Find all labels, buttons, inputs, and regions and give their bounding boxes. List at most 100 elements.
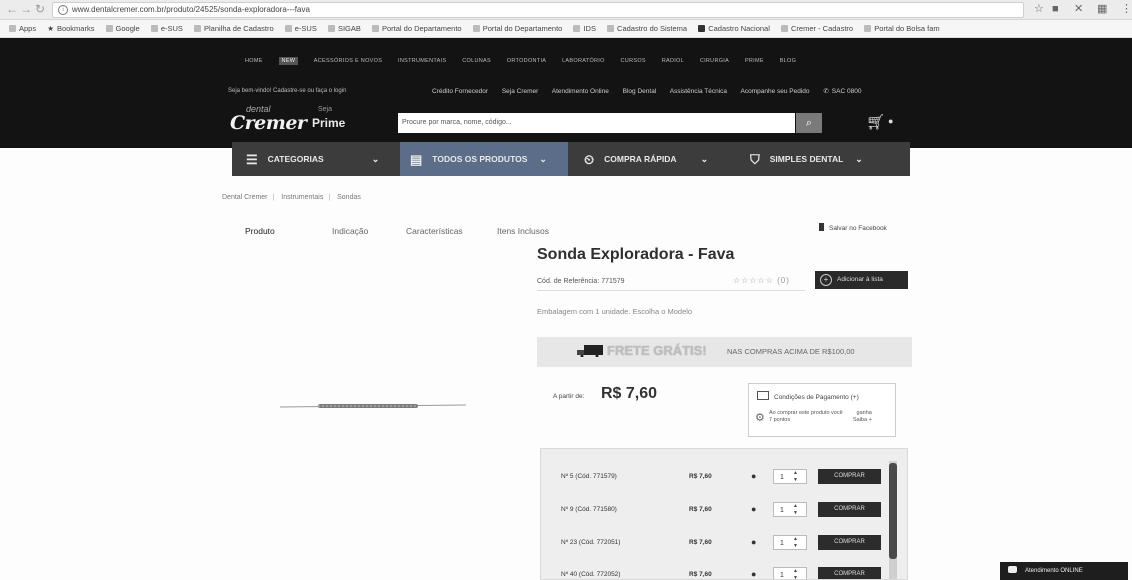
buy-button[interactable]: COMPRAR — [818, 535, 881, 550]
variant-name: Nº 23 (Cód. 772051) — [561, 539, 621, 546]
table-row: Nº 40 (Cód. 772052) R$ 7,60 ● 1 ▲ ▼ COMPRA… — [541, 559, 887, 579]
header-link[interactable]: Blog Dental — [623, 88, 657, 95]
nav-simples-dental[interactable]: ⛉ SIMPLES DENTAL ⌄ — [750, 142, 863, 176]
tab-itens-inclusos[interactable]: Itens Inclusos — [497, 226, 549, 236]
header-link[interactable]: Assistência Técnica — [670, 88, 727, 95]
bookmark[interactable]: ★ Bookmarks — [47, 24, 94, 33]
bookmark[interactable]: SIGAB — [327, 24, 361, 33]
product-image[interactable] — [278, 396, 468, 416]
tab-indicacao[interactable]: Indicação — [332, 226, 368, 236]
bookmark[interactable]: Cremer - Cadastro — [780, 24, 853, 33]
header-link[interactable]: SAC 0800 — [832, 88, 862, 95]
bookmark[interactable]: Portal do Departamento — [472, 24, 562, 33]
chevron-down-icon: ⌄ — [855, 154, 863, 164]
top-link[interactable]: CURSOS — [621, 58, 646, 64]
quantity-stepper[interactable]: 1 ▲ ▼ — [773, 535, 807, 550]
bookmark[interactable]: Cadastro do Sistema — [607, 24, 687, 33]
bookmark[interactable]: e-SUS — [284, 24, 317, 33]
extension-icon[interactable]: ▦ — [1097, 3, 1107, 16]
extension-icon[interactable]: ■ — [1052, 3, 1059, 16]
forward-arrow-icon[interactable]: → — [20, 2, 32, 17]
welcome-text[interactable]: Seja bem-vindo! Cadastre-se ou faça o lo… — [228, 88, 346, 94]
camera-icon[interactable]: ● — [751, 471, 756, 481]
user-icon[interactable]: ● — [888, 116, 893, 126]
free-shipping-title: FRETE GRÁTIS! — [607, 343, 707, 358]
facebook-save-button[interactable]: Salvar no Facebook — [819, 223, 887, 232]
extension-icon[interactable]: ✕ — [1074, 3, 1083, 16]
sheet-icon — [194, 25, 202, 32]
buy-button[interactable]: COMPRAR — [818, 567, 881, 579]
rating-stars: ☆☆☆☆☆ — [733, 276, 774, 285]
cart-icon[interactable]: 🛒︎ — [866, 113, 885, 131]
main-navbar: ☰ CATEGORIAS ⌄ ▤ TODOS OS PRODUTOS ⌄ ⏲ COMPRA… — [232, 142, 910, 176]
top-link[interactable]: HOME — [245, 58, 263, 64]
top-link[interactable]: PRIME — [745, 58, 764, 64]
top-link[interactable]: ACESSÓRIOS E NOVOS — [314, 58, 382, 64]
add-to-list-button[interactable]: + Adicionar à lista — [815, 271, 908, 289]
page-icon — [472, 25, 480, 32]
search-button[interactable]: ⌕ — [796, 113, 822, 133]
header-link[interactable]: Acompanhe seu Pedido — [741, 88, 810, 95]
logo[interactable]: Cremer — [230, 112, 307, 134]
menu-icon[interactable]: ⋮ — [1121, 3, 1132, 16]
scrollbar-thumb[interactable] — [889, 463, 897, 559]
online-chat-button[interactable]: Atendimento ONLINE — [1000, 562, 1128, 580]
bookmark[interactable]: Cadastro Nacional — [698, 24, 770, 33]
nav-quick-buy[interactable]: ⏲ COMPRA RÁPIDA ⌄ — [584, 142, 708, 176]
apps-icon — [9, 25, 16, 32]
medal-icon: ⚙ — [755, 412, 765, 424]
page-icon — [327, 25, 335, 32]
address-bar[interactable]: i www.dentalcremer.com.br/produto/24525/s… — [52, 2, 1024, 18]
bookmark[interactable]: IDS — [573, 24, 596, 33]
bookmark[interactable]: Portal do Bolsa fam — [864, 24, 940, 33]
nav-all-products[interactable]: ▤ TODOS OS PRODUTOS ⌄ — [400, 142, 568, 176]
top-link[interactable]: BLOG — [780, 58, 796, 64]
header-link[interactable]: Crédito Fornecedor — [432, 88, 488, 95]
points-info: Ao comprar este produto você 7 pontos — [769, 410, 843, 423]
reload-icon[interactable]: ↻ — [35, 2, 45, 17]
quantity-stepper[interactable]: 1 ▲ ▼ — [773, 469, 807, 484]
payment-conditions-link[interactable]: Condições de Pagamento (+) — [757, 391, 859, 401]
tab-caracteristicas[interactable]: Características — [406, 226, 463, 236]
breadcrumb-item[interactable]: Sondas — [337, 194, 361, 201]
site-icon — [573, 25, 581, 32]
page-icon — [371, 25, 379, 32]
tab-produto[interactable]: Produto — [245, 226, 275, 236]
top-link[interactable]: CIRURGIA — [700, 58, 729, 64]
bookmark[interactable]: Planilha de Cadastro — [194, 24, 274, 33]
top-link[interactable]: RADIOL — [662, 58, 684, 64]
breadcrumb-item[interactable]: Instrumentais — [281, 194, 323, 201]
header-link[interactable]: Atendimento Online — [552, 88, 609, 95]
table-row: Nº 9 (Cód. 771580) R$ 7,60 ● 1 ▲ ▼ COMPRAR — [541, 494, 887, 527]
breadcrumb-item[interactable]: Dental Cremer — [222, 194, 268, 201]
info-icon[interactable]: i — [58, 4, 68, 15]
quantity-stepper[interactable]: 1 ▲ ▼ — [773, 502, 807, 517]
bookmark[interactable]: e-SUS — [150, 24, 183, 33]
top-link[interactable]: COLUNAS — [462, 58, 491, 64]
prime-logo[interactable]: Prime — [312, 116, 345, 130]
variant-price: R$ 7,60 — [689, 571, 712, 578]
star-bookmark-icon[interactable]: ☆ — [1034, 3, 1044, 16]
buy-button[interactable]: COMPRAR — [818, 469, 881, 484]
top-link[interactable]: LABORATÓRIO — [562, 58, 605, 64]
top-link[interactable]: NEW — [278, 57, 299, 65]
top-link[interactable]: INSTRUMENTAIS — [398, 58, 446, 64]
bookmark[interactable]: Google — [105, 24, 140, 33]
site-icon — [698, 25, 706, 32]
nav-categories[interactable]: ☰ CATEGORIAS ⌄ — [246, 142, 379, 176]
chevron-down-icon: ⌄ — [700, 154, 709, 164]
points-info-right[interactable]: ganha Saiba + — [853, 410, 872, 424]
buy-button[interactable]: COMPRAR — [818, 502, 881, 517]
back-arrow-icon[interactable]: ← — [6, 2, 18, 17]
camera-icon[interactable]: ● — [751, 569, 756, 579]
top-link[interactable]: ORTODONTIA — [507, 58, 546, 64]
bookmark[interactable]: Portal do Departamento — [371, 24, 462, 33]
search-input[interactable]: Procure por marca, nome, código... — [398, 113, 795, 133]
rating-count: (0) — [777, 276, 790, 285]
header-link[interactable]: Seja Cremer — [502, 88, 538, 95]
rating[interactable]: ☆☆☆☆☆ (0) — [733, 276, 790, 285]
camera-icon[interactable]: ● — [751, 537, 756, 547]
quantity-stepper[interactable]: 1 ▲ ▼ — [773, 567, 807, 579]
bookmark[interactable]: Apps — [9, 24, 36, 33]
camera-icon[interactable]: ● — [751, 504, 756, 514]
